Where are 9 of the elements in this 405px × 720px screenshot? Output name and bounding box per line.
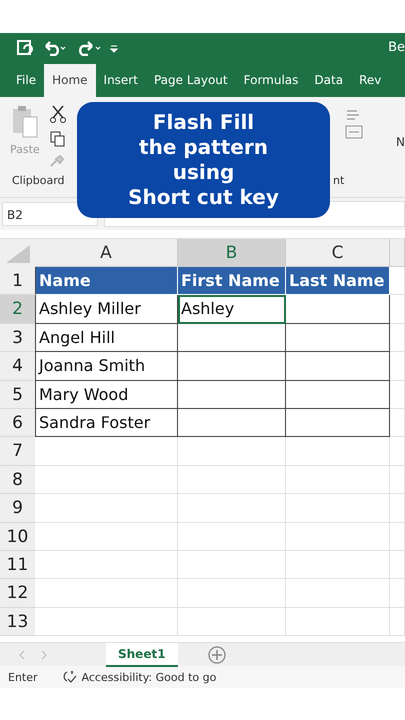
number-format-label: N (396, 135, 405, 149)
window-title: Be (388, 40, 405, 55)
banner-text: using (172, 160, 234, 185)
banner-text: Flash Fill (152, 110, 254, 135)
group-label: Clipboard (12, 174, 65, 187)
banner-text: the pattern (139, 135, 268, 160)
banner-text: Short cut key (128, 185, 279, 210)
group-label: nt (333, 174, 344, 187)
status-mode: Enter (8, 670, 38, 684)
